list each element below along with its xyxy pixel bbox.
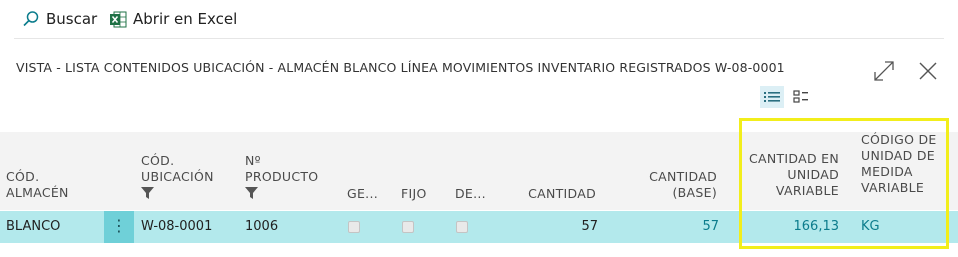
- list-view-icon: [764, 92, 780, 102]
- checkbox-de[interactable]: [456, 221, 468, 233]
- filter-icon: [245, 187, 258, 199]
- cell-cantidad[interactable]: 57: [500, 211, 598, 243]
- checkbox-ge[interactable]: [348, 221, 360, 233]
- col-header-de[interactable]: DE...: [455, 186, 486, 202]
- toolbar-divider: [14, 38, 944, 39]
- expand-button[interactable]: [871, 58, 897, 84]
- tile-view-icon: [793, 90, 808, 103]
- filter-icon: [141, 187, 154, 199]
- col-header-ge[interactable]: GE...: [347, 186, 378, 202]
- col-header-codigo-unidad-variable[interactable]: CÓDIGO DE UNIDAD DE MEDIDA VARIABLE: [861, 132, 937, 196]
- search-icon: [23, 11, 39, 27]
- col-header-ubicacion[interactable]: CÓD. UBICACIÓN: [141, 153, 214, 199]
- row-actions-button[interactable]: ⋮: [104, 211, 134, 243]
- cell-codigo-unidad-variable[interactable]: KG: [861, 211, 880, 243]
- col-header-fijo[interactable]: FIJO: [401, 186, 427, 202]
- col-header-cantidad-base[interactable]: CANTIDAD (BASE): [617, 169, 717, 201]
- cell-ubicacion[interactable]: W-08-0001: [141, 211, 212, 243]
- cell-almacen[interactable]: BLANCO: [6, 211, 60, 243]
- checkbox-fijo[interactable]: [402, 221, 414, 233]
- open-in-excel-button[interactable]: Abrir en Excel: [110, 10, 237, 28]
- search-label: Buscar: [46, 10, 98, 28]
- page-title: VISTA - LISTA CONTENIDOS UBICACIÓN - ALM…: [16, 60, 785, 75]
- excel-label: Abrir en Excel: [133, 10, 238, 28]
- action-bar: Buscar Abrir en Excel: [0, 0, 958, 40]
- tile-view-button[interactable]: [789, 86, 813, 108]
- col-header-cantidad-unidad-variable[interactable]: CANTIDAD EN UNIDAD VARIABLE: [741, 151, 839, 199]
- table-row[interactable]: BLANCO ⋮ W-08-0001 1006 57 57 166,13 KG: [0, 211, 958, 243]
- col-header-producto[interactable]: Nº PRODUCTO: [245, 153, 318, 199]
- search-button[interactable]: Buscar: [22, 10, 97, 28]
- close-button[interactable]: [915, 58, 941, 84]
- cell-cantidad-unidad-variable[interactable]: 166,13: [741, 211, 840, 243]
- list-view-button[interactable]: [760, 86, 784, 108]
- cell-producto[interactable]: 1006: [245, 211, 278, 243]
- expand-icon: [874, 61, 894, 81]
- table-header: CÓD. ALMACÉN CÓD. UBICACIÓN Nº PRODUCTO …: [0, 132, 958, 210]
- cell-cantidad-base[interactable]: 57: [617, 211, 719, 243]
- excel-icon: [110, 11, 127, 27]
- col-header-almacen[interactable]: CÓD. ALMACÉN: [6, 169, 69, 201]
- close-icon: [919, 62, 937, 80]
- col-header-cantidad[interactable]: CANTIDAD: [500, 186, 596, 202]
